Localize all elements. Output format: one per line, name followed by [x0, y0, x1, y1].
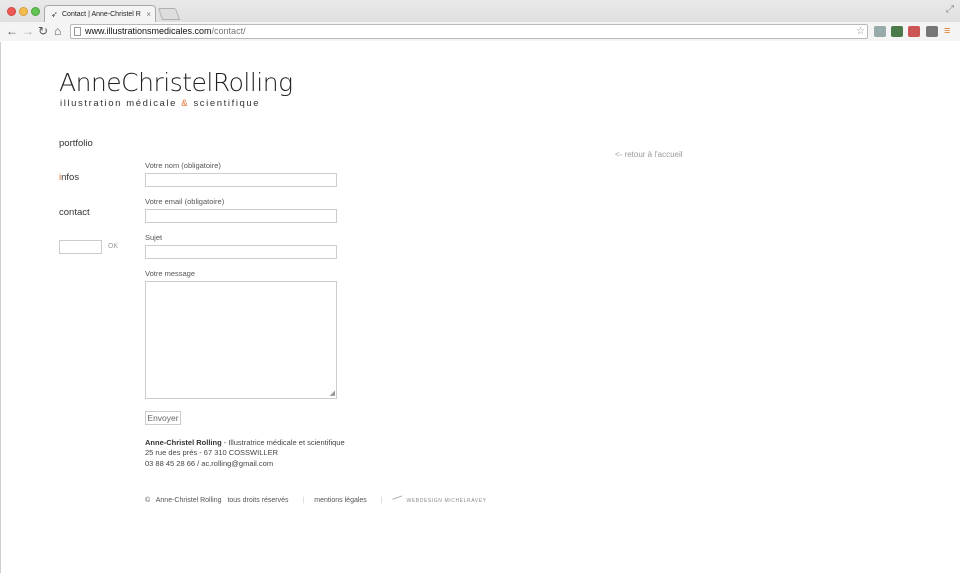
site-logo[interactable]: AnneChristelRolling: [59, 68, 293, 97]
reload-icon[interactable]: ↻: [38, 23, 48, 39]
footer-separator: |: [380, 497, 383, 504]
address-contact: 03 88 45 28 66 / ac.rolling@gmail.com: [145, 459, 274, 468]
menu-icon[interactable]: ≡: [944, 26, 956, 37]
address-street: 25 rue des prés - 67 310 COSSWILLER: [145, 448, 278, 457]
page-content: AnneChristelRolling illustration médical…: [0, 42, 960, 573]
zoom-window-button[interactable]: [31, 7, 40, 16]
address-name-line: Anne-Christel Rolling - Illustratrice mé…: [145, 438, 345, 447]
minimize-window-button[interactable]: [19, 7, 28, 16]
extension-icon[interactable]: [926, 26, 938, 37]
url-path: /contact/: [211, 26, 246, 36]
browser-tab[interactable]: ➶ Contact | Anne-Christel R ×: [44, 5, 156, 23]
message-label: Votre message: [145, 269, 196, 278]
nav-portfolio[interactable]: portfolio: [59, 138, 93, 149]
search-ok-button[interactable]: OK: [108, 243, 118, 250]
new-tab-button[interactable]: [157, 8, 181, 20]
tab-title: Contact | Anne-Christel R: [62, 11, 141, 18]
browser-chrome: ➶ Contact | Anne-Christel R × ⤢ ← → ↻ ⌂ …: [0, 0, 960, 41]
page-icon: [74, 27, 81, 36]
tab-strip: ➶ Contact | Anne-Christel R × ⤢: [0, 0, 960, 23]
extension-icon[interactable]: [891, 26, 903, 37]
home-icon[interactable]: ⌂: [54, 23, 61, 39]
footer-rights: tous droits réservés: [227, 497, 289, 504]
url-host: www.illustrationsmedicales.com: [85, 26, 212, 36]
name-field[interactable]: [145, 173, 337, 187]
feather-icon: [391, 495, 404, 504]
star-icon[interactable]: ☆: [856, 25, 865, 38]
extension-icon[interactable]: [874, 26, 886, 37]
subject-field[interactable]: [145, 245, 337, 259]
back-icon[interactable]: ←: [6, 23, 18, 39]
resize-handle-icon[interactable]: ◢: [330, 390, 335, 397]
forward-icon[interactable]: →: [22, 23, 34, 39]
copyright-symbol: ©: [145, 497, 151, 504]
site-tagline: illustration médicale & scientifique: [60, 98, 261, 109]
browser-toolbar: ← → ↻ ⌂ www.illustrationsmedicales.com/c…: [0, 22, 960, 41]
webdesign-credit-link[interactable]: WEBDESIGN MICHELRAVEY: [407, 498, 487, 504]
name-label: Votre nom (obligatoire): [145, 161, 221, 170]
subject-label: Sujet: [145, 233, 163, 242]
fullscreen-icon[interactable]: ⤢: [946, 4, 954, 15]
close-window-button[interactable]: [7, 7, 16, 16]
back-to-home-link[interactable]: <- retour à l'accueil: [615, 150, 683, 159]
footer-separator: |: [302, 497, 305, 504]
legal-notice-link[interactable]: mentions légales: [314, 497, 367, 504]
feather-favicon-icon: ➶: [51, 10, 58, 19]
nav-infos[interactable]: infos: [59, 172, 79, 183]
nav-contact[interactable]: contact: [59, 207, 90, 218]
extension-icon[interactable]: [908, 26, 920, 37]
footer: © Anne-Christel Rolling tous droits rése…: [145, 495, 491, 504]
tab-close-icon[interactable]: ×: [146, 6, 151, 23]
footer-owner: Anne-Christel Rolling: [155, 497, 222, 504]
message-textarea[interactable]: ◢: [145, 281, 337, 399]
address-bar[interactable]: www.illustrationsmedicales.com/contact/ …: [70, 24, 868, 39]
send-button[interactable]: Envoyer: [145, 411, 181, 425]
search-input[interactable]: [59, 240, 102, 254]
email-label: Votre email (obligatoire): [145, 197, 225, 206]
email-field[interactable]: [145, 209, 337, 223]
